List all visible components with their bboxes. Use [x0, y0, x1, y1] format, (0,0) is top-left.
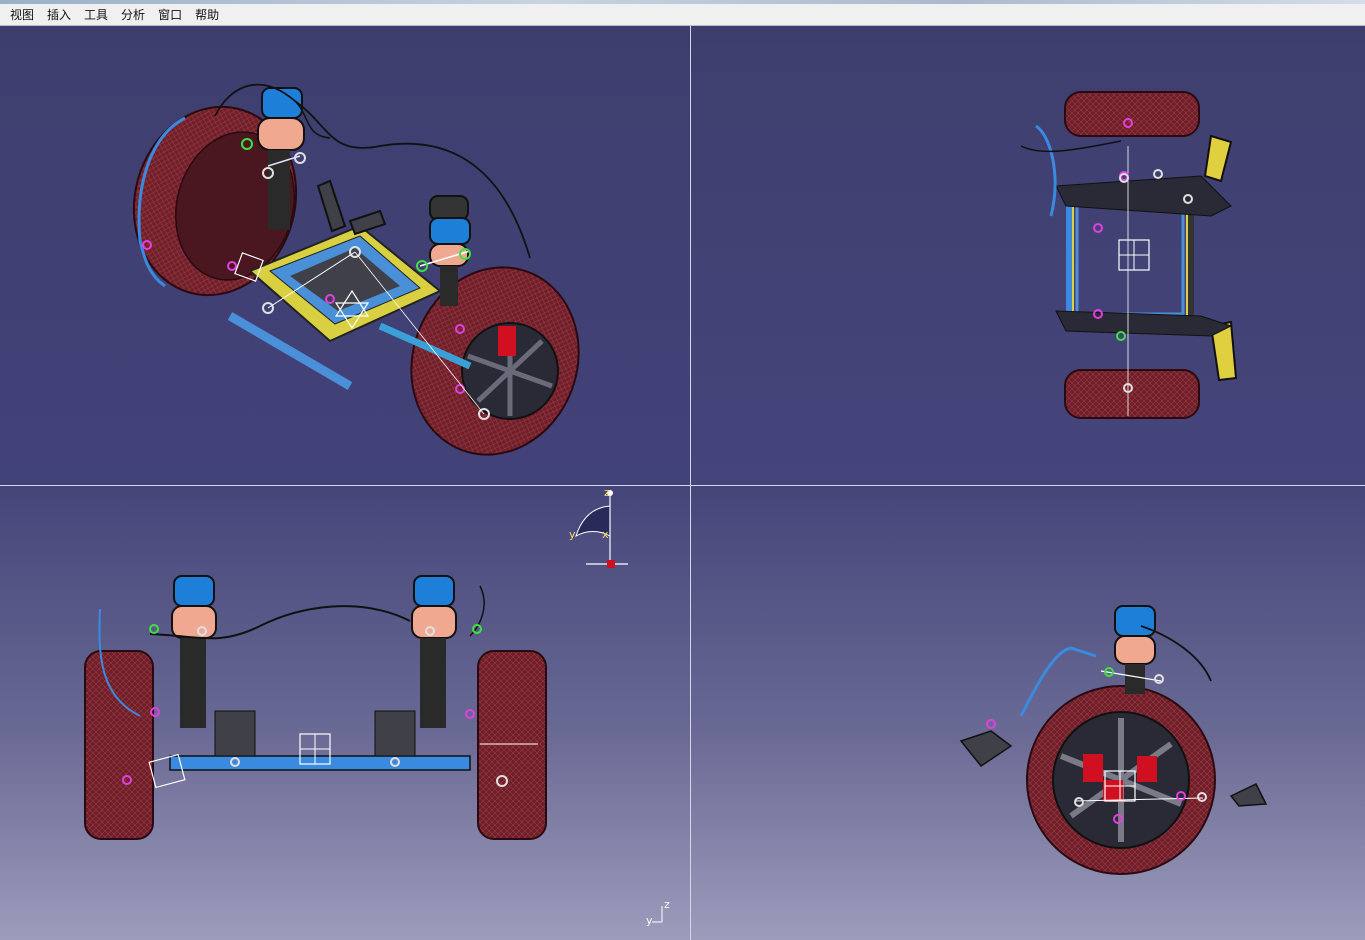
corner-axis-z-label: z — [664, 898, 670, 911]
title-strip — [0, 0, 1365, 4]
compass-z-label: z — [604, 486, 610, 499]
viewport-isometric[interactable] — [0, 26, 690, 485]
front-model[interactable]: z y x z y — [0, 486, 690, 940]
viewport-divider-vertical[interactable] — [690, 26, 691, 940]
top-tire-rear — [1064, 369, 1200, 419]
menu-view[interactable]: 视图 — [4, 6, 40, 24]
menu-items: 视图 插入 工具 分析 窗口 帮助 — [4, 6, 226, 24]
top-tire-front — [1064, 91, 1200, 137]
front-left-tire — [84, 650, 154, 840]
viewport-divider-horizontal[interactable] — [0, 485, 1365, 486]
side-model[interactable] — [691, 486, 1365, 940]
compass-y-label: y — [569, 528, 576, 541]
compass-icon[interactable]: z y x — [569, 486, 628, 568]
top-model[interactable] — [691, 26, 1365, 485]
front-right-tire — [477, 650, 547, 840]
viewport-top[interactable] — [691, 26, 1365, 485]
menu-window[interactable]: 窗口 — [152, 6, 188, 24]
viewport-side[interactable] — [691, 486, 1365, 940]
menu-bar: 视图 插入 工具 分析 窗口 帮助 — [0, 0, 1365, 26]
isometric-model[interactable] — [0, 26, 690, 485]
menu-analyze[interactable]: 分析 — [115, 6, 151, 24]
menu-help[interactable]: 帮助 — [189, 6, 225, 24]
corner-axis-y-label: y — [646, 914, 653, 927]
corner-axis-icon: z y — [646, 898, 670, 927]
menu-tools[interactable]: 工具 — [78, 6, 114, 24]
viewport-area[interactable]: z y x z y — [0, 26, 1365, 940]
menu-insert[interactable]: 插入 — [41, 6, 77, 24]
viewport-front[interactable]: z y x z y — [0, 486, 690, 940]
compass-x-label: x — [602, 528, 609, 541]
